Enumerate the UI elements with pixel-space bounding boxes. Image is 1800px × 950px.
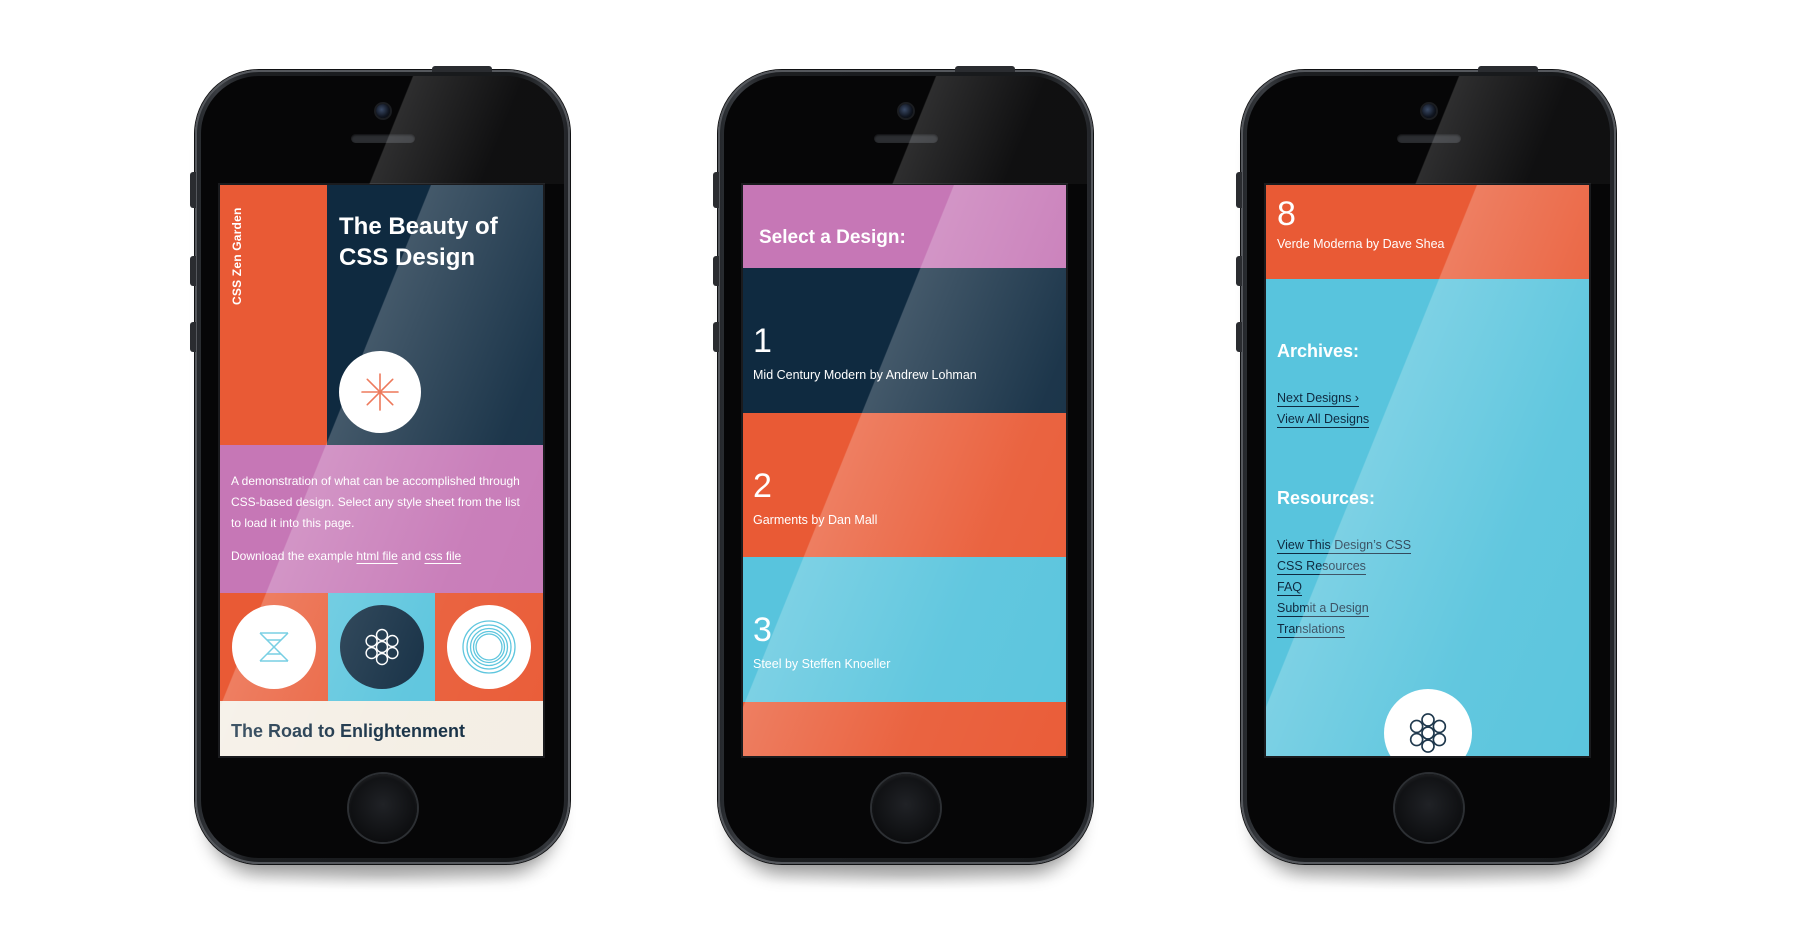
tile-rings: [435, 593, 543, 701]
volume-down-button: [1236, 322, 1242, 352]
translations-link[interactable]: Translations: [1277, 622, 1345, 638]
front-camera: [375, 104, 390, 118]
site-name-label[interactable]: CSS Zen Garden: [230, 208, 244, 306]
section-heading: The Road to Enlightenment: [231, 721, 465, 741]
mute-switch: [713, 172, 719, 208]
asterisk-icon: [361, 373, 399, 411]
volume-up-button: [1236, 256, 1242, 286]
next-designs-link[interactable]: Next Designs ›: [1277, 391, 1359, 407]
design-number: 8: [1277, 195, 1296, 233]
power-button: [955, 66, 1015, 72]
mute-switch: [190, 172, 196, 208]
view-all-designs-link[interactable]: View All Designs: [1277, 412, 1370, 428]
screen: 8 Verde Moderna by Dave Shea Archives: N…: [1266, 185, 1589, 756]
earpiece-speaker: [350, 134, 415, 143]
page-title: The Beauty of CSS Design: [339, 213, 498, 271]
design-name-link[interactable]: Verde Moderna by Dave Shea: [1277, 237, 1444, 251]
design-item[interactable]: 2 Garments by Dan Mall: [743, 413, 1066, 558]
asterisk-badge: [339, 351, 421, 433]
phone-archives: 8 Verde Moderna by Dave Shea Archives: N…: [1236, 66, 1616, 864]
screen: Select a Design: 1 Mid Century Modern by…: [743, 185, 1066, 756]
power-button: [1478, 66, 1538, 72]
front-camera: [1421, 104, 1436, 118]
earpiece-speaker: [873, 134, 938, 143]
download-conjunction: and: [401, 549, 422, 563]
resources-links: View This Design’s CSS CSS Resources FAQ…: [1277, 536, 1412, 641]
flower-icon: [364, 628, 399, 666]
volume-down-button: [190, 322, 196, 352]
design-name-link[interactable]: Garments by Dan Mall: [753, 513, 877, 527]
flower-logo-badge: [1384, 689, 1472, 756]
resources-heading: Resources:: [1277, 488, 1376, 508]
next-design-item-partial[interactable]: [743, 702, 1066, 756]
design-name-link[interactable]: Steel by Steffen Knoeller: [753, 657, 890, 671]
css-resources-link[interactable]: CSS Resources: [1277, 559, 1366, 575]
design-number: 2: [753, 467, 772, 505]
select-design-heading: Select a Design:: [759, 227, 906, 248]
site-sidebar: CSS Zen Garden: [220, 185, 327, 445]
view-css-link[interactable]: View This Design’s CSS: [1277, 538, 1412, 554]
front-camera: [898, 104, 913, 118]
archives-resources-panel: Archives: Next Designs › View All Design…: [1266, 279, 1589, 756]
design-number: 3: [753, 611, 772, 649]
earpiece-speaker: [1396, 134, 1461, 143]
archives-links: Next Designs › View All Designs: [1277, 389, 1370, 431]
intro-text: A demonstration of what can be accomplis…: [231, 474, 520, 530]
phone-home: CSS Zen Garden The Beauty of CSS Design …: [190, 66, 570, 864]
hourglass-icon: [259, 632, 289, 662]
intro-section: A demonstration of what can be accomplis…: [220, 445, 543, 593]
volume-up-button: [190, 256, 196, 286]
home-button: [871, 774, 940, 842]
download-prefix: Download the example: [231, 549, 354, 563]
select-design-header: Select a Design:: [743, 185, 1066, 268]
screen: CSS Zen Garden The Beauty of CSS Design …: [220, 185, 543, 756]
home-button: [1394, 774, 1463, 842]
css-file-link[interactable]: css file: [424, 549, 461, 563]
glass-reflection: [724, 76, 1087, 184]
icon-tiles: [220, 593, 543, 701]
hero: The Beauty of CSS Design: [327, 185, 543, 445]
power-button: [432, 66, 492, 72]
glass-reflection: [201, 76, 564, 184]
faq-link[interactable]: FAQ: [1277, 580, 1303, 596]
glass-reflection: [1247, 76, 1610, 184]
tile-hourglass: [220, 593, 328, 701]
design-number: 1: [753, 322, 772, 360]
flower-icon: [1409, 713, 1447, 753]
enlightenment-section: The Road to Enlightenment: [220, 701, 543, 756]
submit-design-link[interactable]: Submit a Design: [1277, 601, 1369, 617]
home-button: [348, 774, 417, 842]
tile-flower: [328, 593, 435, 701]
volume-down-button: [713, 322, 719, 352]
archives-heading: Archives:: [1277, 341, 1360, 361]
design-item[interactable]: 3 Steel by Steffen Knoeller: [743, 557, 1066, 702]
html-file-link[interactable]: html file: [356, 549, 397, 563]
design-item[interactable]: 8 Verde Moderna by Dave Shea: [1266, 185, 1589, 279]
download-line: Download the example html file and css f…: [231, 546, 531, 567]
design-item[interactable]: 1 Mid Century Modern by Andrew Lohman: [743, 268, 1066, 413]
concentric-rings-icon: [462, 620, 516, 674]
mute-switch: [1236, 172, 1242, 208]
phone-design-list: Select a Design: 1 Mid Century Modern by…: [713, 66, 1093, 864]
volume-up-button: [713, 256, 719, 286]
design-name-link[interactable]: Mid Century Modern by Andrew Lohman: [753, 368, 977, 382]
